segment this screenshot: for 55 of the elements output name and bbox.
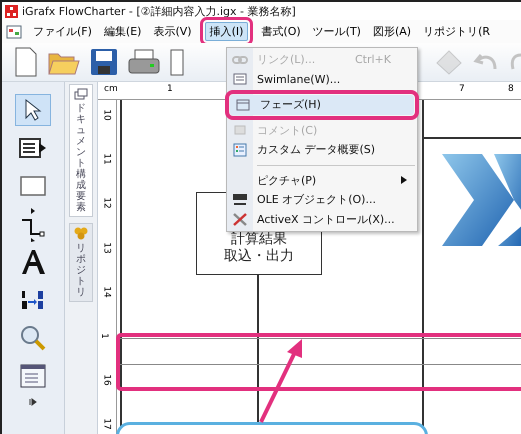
ruler-mark: 10 <box>102 109 112 121</box>
submenu-arrow-icon <box>401 176 407 184</box>
shape-label: 計算結果 <box>231 230 287 248</box>
side-tab-label: リポジトリ <box>76 243 86 298</box>
menu-item[interactable]: 編集(E) <box>98 22 146 41</box>
shape-label: 取込・出力 <box>224 248 294 264</box>
ruler-mark: 1 <box>98 333 109 339</box>
menu-item[interactable]: ファイル(F) <box>28 22 97 41</box>
comment-icon <box>233 124 247 136</box>
zoom-icon <box>20 325 46 351</box>
menu-item[interactable]: 図形(A) <box>368 22 416 41</box>
document-icon[interactable] <box>6 24 22 38</box>
pages-icon <box>74 88 88 100</box>
menu-item[interactable]: ピクチャ(P) <box>227 170 417 190</box>
ruler-mark: 11 <box>102 153 112 165</box>
connector-icon <box>19 206 47 242</box>
document-icon[interactable] <box>170 48 184 76</box>
save-icon[interactable] <box>90 48 118 76</box>
shape-text-icon <box>19 138 47 158</box>
menu-item[interactable]: 書式(O) <box>256 22 306 41</box>
menu-item[interactable]: ツール(T) <box>308 22 366 41</box>
side-tab[interactable]: ドキュメント構成要素 <box>69 84 93 217</box>
app-logo-icon <box>5 4 18 18</box>
new-document-icon[interactable] <box>14 47 38 77</box>
ole-icon <box>232 192 248 207</box>
expand-icon[interactable] <box>29 398 37 406</box>
ruler-mark: 17 <box>102 418 112 430</box>
ruler-mark: 14 <box>102 286 112 298</box>
window-icon <box>20 364 46 388</box>
ruler-mark: 12 <box>102 198 112 210</box>
pointer-icon <box>23 98 43 122</box>
ruler-mark: 8 <box>508 84 514 94</box>
ruler-mark: 7 <box>459 84 465 94</box>
swimlane-icon <box>233 73 247 86</box>
side-tab-label: ドキュメント構成要素 <box>76 103 86 213</box>
menu-item[interactable]: リポジトリ(R <box>418 22 496 41</box>
menu-item[interactable]: カスタム データ概要(S) <box>227 140 417 160</box>
print-icon[interactable] <box>128 48 160 76</box>
rectangle-icon <box>20 176 46 196</box>
list-icon <box>233 142 247 157</box>
side-tab[interactable]: リポジトリ <box>69 223 93 302</box>
menu-item[interactable]: Swimlane(W)... <box>227 70 417 89</box>
text-icon <box>20 249 46 275</box>
window-title: iGrafx FlowCharter - [②詳細内容入力.igx - 業務名称] <box>22 4 296 18</box>
coins-icon <box>74 227 88 240</box>
phase-icon <box>236 98 250 111</box>
menu-item[interactable]: フェーズ(H) <box>230 95 414 114</box>
ruler-unit: cm <box>104 84 118 94</box>
ruler-mark: 13 <box>102 242 112 254</box>
numbering-icon <box>20 289 46 311</box>
link-icon <box>232 54 248 65</box>
ruler-mark: 1 <box>167 84 173 94</box>
ruler-mark: 16 <box>102 374 112 386</box>
pointer-tool-button[interactable] <box>15 94 51 126</box>
menu-item[interactable]: 表示(V) <box>148 22 197 41</box>
